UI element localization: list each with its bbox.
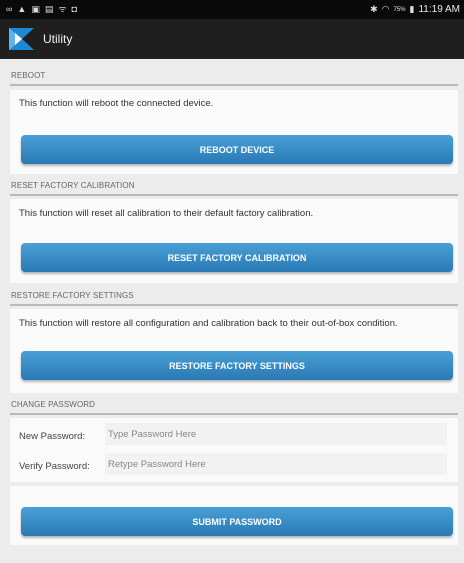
restore-settings-panel: This function will restore all configura… (10, 309, 458, 393)
bluetooth-icon: ✱ (370, 4, 378, 14)
restore-factory-settings-button[interactable]: RESTORE FACTORY SETTINGS (21, 351, 453, 380)
reboot-panel: This function will reboot the connected … (10, 90, 458, 174)
restore-settings-section-header: RESTORE FACTORY SETTINGS (10, 287, 458, 306)
voicemail-icon: ∞ (6, 4, 13, 14)
reset-calibration-panel: This function will reset all calibration… (10, 199, 458, 283)
change-password-section-header: CHANGE PASSWORD (10, 396, 458, 415)
wifi-icon: ◠ (381, 4, 390, 14)
reset-calibration-section-header: RESET FACTORY CALIBRATION (10, 177, 458, 196)
verify-password-label: Verify Password: (19, 461, 90, 472)
app-logo-icon[interactable] (9, 28, 34, 50)
submit-password-button[interactable]: SUBMIT PASSWORD (21, 507, 453, 536)
reset-factory-calibration-button[interactable]: RESET FACTORY CALIBRATION (21, 243, 453, 272)
image-icon: ▣ (31, 4, 40, 14)
system-icons: ✱ ◠ 75% ▮ 11:19 AM (370, 4, 460, 15)
verify-password-field[interactable] (105, 453, 447, 475)
new-password-label: New Password: (19, 431, 85, 442)
warning-icon: ▲ (17, 4, 27, 14)
clock: 11:19 AM (418, 4, 460, 15)
submit-password-panel: SUBMIT PASSWORD (10, 486, 458, 545)
signal-icon: ᯤ (58, 4, 67, 14)
action-bar: Utility (0, 19, 464, 59)
reboot-device-button[interactable]: REBOOT DEVICE (21, 135, 453, 164)
notes-icon: ▤ (44, 4, 54, 14)
reboot-description: This function will reboot the connected … (19, 98, 214, 109)
notification-icons: ∞ ▲ ▣ ▤ ᯤ ◘ (6, 5, 77, 14)
new-password-field[interactable] (105, 423, 447, 445)
change-password-panel: New Password: Verify Password: (10, 418, 458, 482)
page-title: Utility (43, 32, 73, 46)
battery-percent: 75% (393, 6, 406, 13)
reset-calibration-description: This function will reset all calibration… (19, 208, 314, 219)
status-bar: ∞ ▲ ▣ ▤ ᯤ ◘ ✱ ◠ 75% ▮ 11:19 AM (0, 0, 464, 19)
restore-settings-description: This function will restore all configura… (19, 318, 398, 329)
battery-icon: ▮ (409, 4, 415, 14)
reboot-section-header: REBOOT (10, 67, 458, 86)
download-icon: ◘ (71, 4, 78, 14)
